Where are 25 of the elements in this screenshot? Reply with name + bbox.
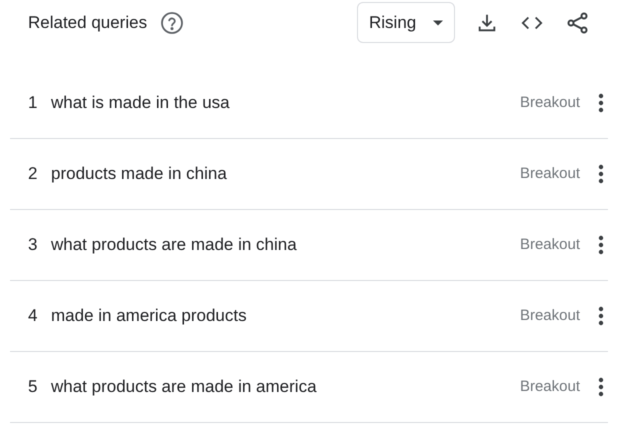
- caret-icon: [433, 20, 443, 26]
- query-link[interactable]: what products are made in america: [51, 374, 317, 400]
- breakout-value: Breakout: [520, 376, 580, 397]
- more-options-icon[interactable]: [598, 164, 604, 184]
- section-title: Related queries: [28, 12, 148, 34]
- more-options-icon[interactable]: [598, 235, 604, 255]
- rank-number: 2: [28, 163, 38, 186]
- breakout-value: Breakout: [520, 234, 580, 255]
- query-link[interactable]: what is made in the usa: [51, 90, 230, 116]
- breakout-value: Breakout: [520, 92, 580, 113]
- breakout-value: Breakout: [520, 306, 580, 326]
- more-options-icon[interactable]: [598, 306, 604, 326]
- rank-number: 3: [28, 234, 38, 256]
- more-options-icon[interactable]: [598, 93, 604, 113]
- query-link[interactable]: what products are made in china: [51, 232, 297, 258]
- more-options-icon[interactable]: [598, 377, 604, 397]
- rising-dropdown[interactable]: Rising: [357, 2, 455, 43]
- help-icon[interactable]: [160, 10, 184, 34]
- query-link[interactable]: products made in china: [51, 161, 227, 187]
- query-link[interactable]: made in america products: [51, 303, 247, 329]
- rank-number: 5: [28, 376, 38, 398]
- rank-number: 4: [28, 305, 38, 328]
- rank-number: 1: [28, 92, 38, 114]
- share-icon[interactable]: [566, 10, 590, 34]
- breakout-value: Breakout: [520, 164, 580, 184]
